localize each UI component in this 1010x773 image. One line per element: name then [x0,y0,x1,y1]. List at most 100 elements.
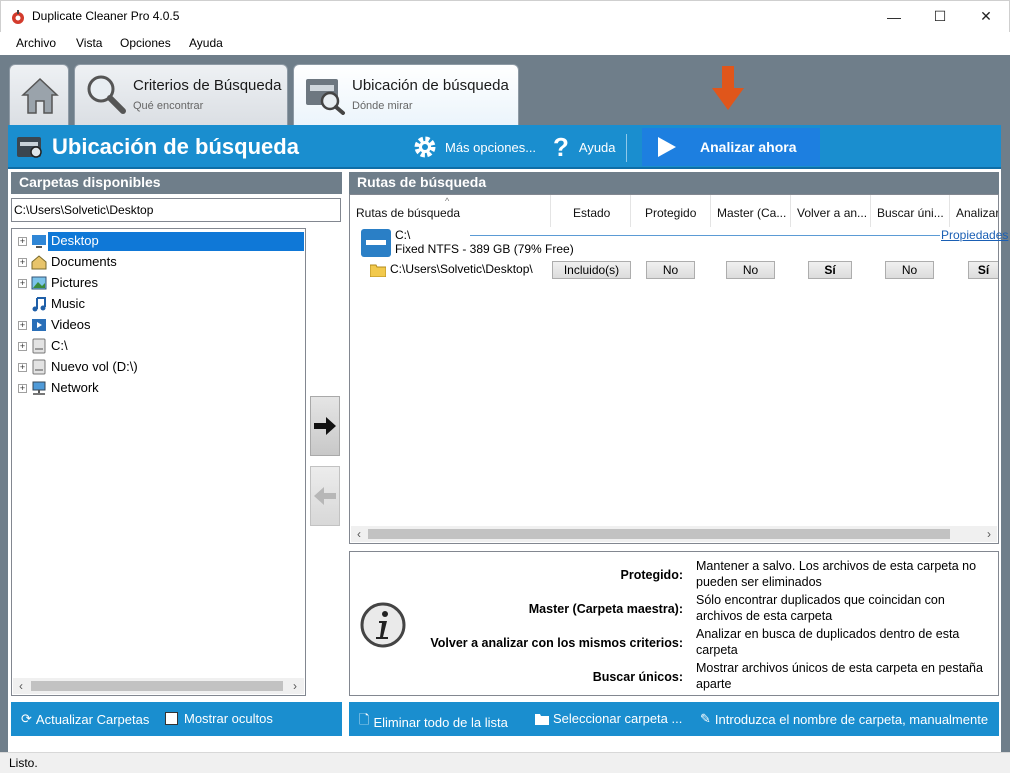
grid-horizontal-scrollbar[interactable]: ‹ › [351,526,997,542]
column-header-master[interactable]: Master (Ca... [711,195,791,227]
column-header-buscar[interactable]: Buscar úni... [871,195,950,227]
menu-vista[interactable]: Vista [76,36,102,50]
remove-all-label: Eliminar todo de la lista [373,714,508,730]
column-header-path[interactable]: Rutas de búsqueda [350,195,551,227]
documents-icon [31,255,47,270]
right-actions-bar: 🗋 Eliminar todo de la lista Seleccionar … [349,702,999,736]
expand-icon[interactable]: + [18,363,27,372]
more-options-button[interactable]: Más opciones... [413,134,536,160]
tree-item-label: Videos [51,317,91,332]
expand-icon[interactable]: + [18,321,27,330]
remove-folder-button[interactable] [310,466,340,526]
tree-item-c-drive[interactable]: + C:\ [12,336,304,357]
tree-item-pictures[interactable]: + Pictures [12,273,304,294]
tab-criterios-title: Criterios de Búsqueda [133,77,282,94]
expand-icon[interactable]: + [18,258,27,267]
tree-item-network[interactable]: + Network [12,378,304,399]
folder-path-input[interactable]: C:\Users\Solvetic\Desktop [11,198,341,222]
expand-icon[interactable]: + [18,279,27,288]
menu-ayuda[interactable]: Ayuda [189,36,223,50]
drive-icon [32,338,46,354]
properties-link[interactable]: Propiedades [941,228,1008,242]
menu-archivo[interactable]: Archivo [16,36,56,50]
tree-horizontal-scrollbar[interactable]: ‹ › [13,678,304,694]
folder-search-icon [306,79,345,115]
status-text: Listo. [9,756,38,770]
checkbox-icon[interactable] [165,712,178,725]
home-icon [21,77,59,114]
tree-item-label: Network [51,380,99,395]
available-folders-header: Carpetas disponibles [11,172,342,194]
manual-folder-button[interactable]: ✎ Introduzca el nombre de carpeta, manua… [700,711,988,727]
info-value-volver: Analizar en busca de duplicados dentro d… [696,627,960,657]
protegido-cell[interactable]: No [646,261,695,279]
tree-item-desktop[interactable]: + Desktop [12,231,304,252]
search-paths-grid[interactable]: Rutas de búsqueda Estado Protegido Maste… [349,194,1008,544]
refresh-icon: ⟳ [21,711,32,726]
tab-ubicacion[interactable]: Ubicación de búsqueda Dónde mirar [293,64,519,132]
add-folder-button[interactable] [310,396,340,456]
tree-item-documents[interactable]: + Documents [12,252,304,273]
arrow-down-icon [712,66,744,110]
menu-opciones[interactable]: Opciones [120,36,171,50]
info-key-volver: Volver a analizar con los mismos criteri… [430,636,683,650]
info-value-buscar: Mostrar archivos únicos de esta carpeta … [696,661,983,691]
tab-home[interactable] [9,64,69,130]
column-header-estado[interactable]: Estado [551,195,631,227]
tree-item-music[interactable]: Music [12,294,304,315]
maximize-button[interactable]: ☐ [917,1,963,32]
refresh-folders-button[interactable]: ⟳ Actualizar Carpetas [21,711,149,727]
title-bar: Duplicate Cleaner Pro 4.0.5 — ☐ ✕ [0,0,1010,32]
column-header-protegido[interactable]: Protegido [631,195,711,227]
column-header-volver[interactable]: Volver a an... [791,195,871,227]
info-key-master: Master (Carpeta maestra): [528,602,683,616]
tree-item-label: Pictures [51,275,98,290]
select-folder-button[interactable]: Seleccionar carpeta ... [535,711,682,726]
tree-item-label: Desktop [48,232,304,251]
help-button[interactable]: ? Ayuda [553,134,616,160]
info-key-buscar: Buscar únicos: [592,670,683,684]
header-divider [626,134,627,162]
buscar-cell[interactable]: No [885,261,934,279]
minimize-button[interactable]: — [871,1,917,32]
folder-icon [535,713,549,725]
folder-tree[interactable]: + Desktop + Documents + Pictures Music +… [11,228,306,696]
magnifier-icon [87,75,126,114]
expand-icon[interactable]: + [18,237,27,246]
scroll-right-icon[interactable]: › [981,526,997,542]
show-hidden-checkbox[interactable]: Mostrar ocultos [165,711,273,726]
hard-drive-icon [361,229,391,257]
estado-cell[interactable]: Incluido(s) [552,261,631,279]
drive-icon [32,359,46,375]
remove-all-button[interactable]: 🗋 Eliminar todo de la lista [359,711,508,733]
music-icon [32,297,46,312]
pictures-icon [31,276,47,290]
tree-item-videos[interactable]: + Videos [12,315,304,336]
folder-row-path[interactable]: C:\Users\Solvetic\Desktop\ [390,262,533,276]
drive-name: C:\ [395,228,411,242]
arrow-right-icon [314,417,336,435]
network-icon [32,381,46,395]
analyze-label: Analizar ahora [700,139,797,155]
menu-bar: Archivo Vista Opciones Ayuda [0,32,1010,55]
tree-item-d-drive[interactable]: + Nuevo vol (D:\) [12,357,304,378]
tree-item-label: Music [51,296,85,311]
scroll-left-icon[interactable]: ‹ [351,526,367,542]
master-cell[interactable]: No [726,261,775,279]
left-actions-bar: ⟳ Actualizar Carpetas Mostrar ocultos [11,702,342,736]
folder-search-icon [17,137,42,158]
volver-cell[interactable]: Sí [808,261,852,279]
help-label: Ayuda [578,139,616,155]
tab-criterios[interactable]: Criterios de Búsqueda Qué encontrar [74,64,288,130]
tab-ubicacion-subtitle: Dónde mirar [352,100,413,112]
column-header-analizar[interactable]: Analizar [950,195,998,227]
expand-icon[interactable]: + [18,342,27,351]
analizar-cell[interactable]: Sí [968,261,998,279]
close-button[interactable]: ✕ [963,1,1009,32]
scroll-right-icon[interactable]: › [287,678,303,694]
scrollbar-thumb[interactable] [368,529,950,539]
scroll-left-icon[interactable]: ‹ [13,678,29,694]
scrollbar-thumb[interactable] [31,681,283,691]
expand-icon[interactable]: + [18,384,27,393]
analyze-button[interactable]: Analizar ahora [642,128,820,166]
